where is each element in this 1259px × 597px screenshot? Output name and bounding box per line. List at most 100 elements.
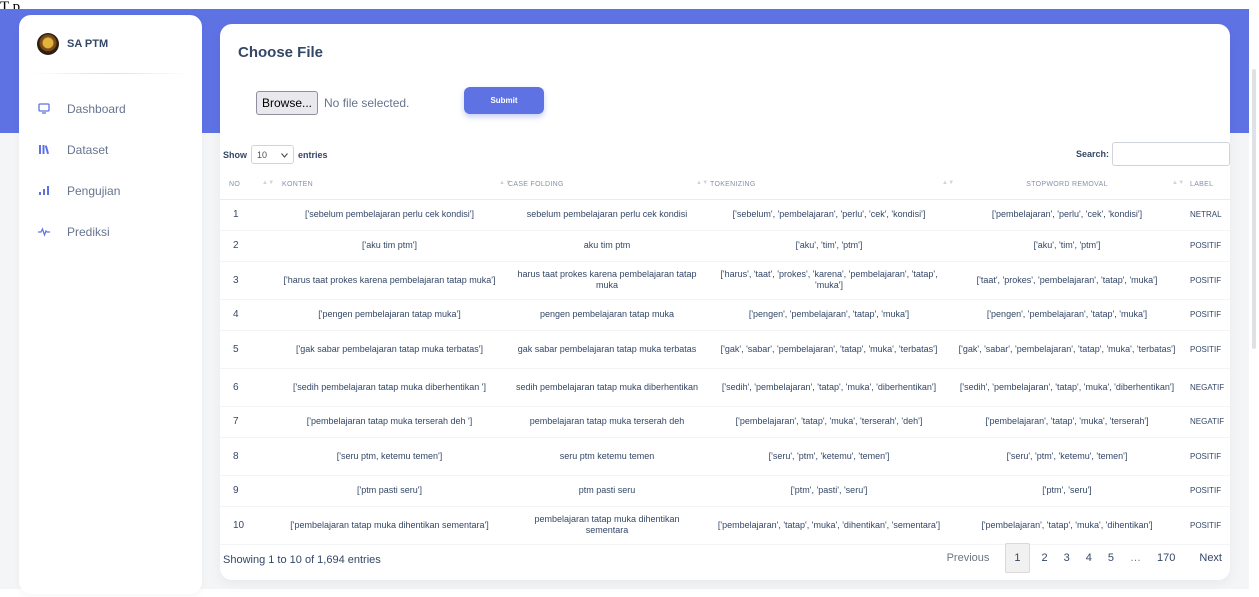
page-button-2[interactable]: 2 <box>1034 543 1056 573</box>
cell-stopword-removal: ['sedih', 'pembelajaran', 'tatap', 'muka… <box>952 368 1182 407</box>
cell-no: 3 <box>220 261 271 300</box>
cell-konten: ['sebelum pembelajaran perlu cek kondisi… <box>271 199 508 231</box>
library-icon <box>38 144 50 156</box>
cell-stopword-removal: ['taat', 'prokes', 'pembelajaran', 'tata… <box>952 261 1182 300</box>
cell-label: POSITIF <box>1182 506 1230 545</box>
cell-stopword-removal: ['seru', 'ptm', 'ketemu', 'temen'] <box>952 437 1182 476</box>
cell-konten: ['pembelajaran tatap muka dihentikan sem… <box>271 506 508 545</box>
scrollbar-thumb[interactable] <box>1252 69 1256 349</box>
cell-no: 6 <box>220 368 271 407</box>
column-header-konten[interactable]: KONTEN ▲▼ <box>271 171 511 200</box>
cell-case-folding: aku tim ptm <box>508 230 706 262</box>
table-row: 9 ['ptm pasti seru'] ptm pasti seru ['ptm',… <box>220 475 1230 507</box>
cell-konten: ['harus taat prokes karena pembelajaran … <box>271 261 508 300</box>
page-button-5[interactable]: 5 <box>1100 543 1122 573</box>
submit-button[interactable]: Submit <box>464 87 544 114</box>
cell-konten: ['sedih pembelajaran tatap muka diberhen… <box>271 368 508 407</box>
cell-tokenizing: ['seru', 'ptm', 'ketemu', 'temen'] <box>706 437 952 476</box>
cell-stopword-removal: ['pengen', 'pembelajaran', 'tatap', 'muk… <box>952 299 1182 331</box>
cell-label: NEGATIF <box>1182 368 1230 407</box>
sidebar-item-prediksi[interactable]: Prediksi <box>19 211 202 252</box>
cell-no: 7 <box>220 406 271 438</box>
cell-tokenizing: ['pengen', 'pembelajaran', 'tatap', 'muk… <box>706 299 952 331</box>
cell-label: POSITIF <box>1182 475 1230 507</box>
cell-tokenizing: ['harus', 'taat', 'prokes', 'karena', 'p… <box>706 261 952 300</box>
search-input[interactable] <box>1112 142 1230 166</box>
data-table: NO ▲▼ KONTEN ▲▼ CASE FOLDING ▲▼ TOKENIZING ▲… <box>220 171 1230 545</box>
monitor-icon <box>38 103 50 115</box>
cell-konten: ['gak sabar pembelajaran tatap muka terb… <box>271 330 508 369</box>
cell-case-folding: pengen pembelajaran tatap muka <box>508 299 706 331</box>
sidebar-item-dataset[interactable]: Dataset <box>19 129 202 170</box>
cell-tokenizing: ['aku', 'tim', 'ptm'] <box>706 230 952 262</box>
column-header-case-folding[interactable]: CASE FOLDING ▲▼ <box>508 171 708 200</box>
cell-label: POSITIF <box>1182 230 1230 262</box>
next-button[interactable]: Next <box>1191 543 1230 573</box>
page-ellipsis: … <box>1130 552 1142 564</box>
cell-case-folding: seru ptm ketemu temen <box>508 437 706 476</box>
cell-case-folding: pembelajaran tatap muka dihentikan semen… <box>508 506 706 545</box>
cell-label: NEGATIF <box>1182 406 1230 438</box>
sidebar-divider <box>31 73 190 74</box>
cell-no: 5 <box>220 330 271 369</box>
cell-label: POSITIF <box>1182 299 1230 331</box>
cell-no: 4 <box>220 299 271 331</box>
table-row: 4 ['pengen pembelajaran tatap muka'] penge… <box>220 299 1230 331</box>
browse-button[interactable]: Browse... <box>256 91 319 115</box>
cell-no: 8 <box>220 437 271 476</box>
main-card: Choose File Browse... No file selected. … <box>220 24 1230 580</box>
logo-icon <box>37 33 59 55</box>
table-search: Search: <box>1076 142 1230 166</box>
cell-case-folding: gak sabar pembelajaran tatap muka terbat… <box>508 330 706 369</box>
page-button-170[interactable]: 170 <box>1149 543 1183 573</box>
cell-no: 9 <box>220 475 271 507</box>
chevron-down-icon <box>281 150 288 160</box>
brand[interactable]: SA PTM <box>19 15 202 73</box>
brand-name: SA PTM <box>67 38 109 50</box>
cell-label: POSITIF <box>1182 437 1230 476</box>
table-row: 1 ['sebelum pembelajaran perlu cek kondis… <box>220 199 1230 231</box>
cell-tokenizing: ['pembelajaran', 'tatap', 'muka', 'dihen… <box>706 506 952 545</box>
cell-tokenizing: ['pembelajaran', 'tatap', 'muka', 'terse… <box>706 406 952 438</box>
column-header-tokenizing[interactable]: TOKENIZING ▲▼ <box>706 171 954 200</box>
sidebar-item-dashboard[interactable]: Dashboard <box>19 88 202 129</box>
entries-length-control: Show 10 entries <box>223 145 328 164</box>
column-header-no[interactable]: NO ▲▼ <box>220 171 274 200</box>
cell-case-folding: ptm pasti seru <box>508 475 706 507</box>
table-row: 7 ['pembelajaran tatap muka terserah deh … <box>220 406 1230 438</box>
cell-no: 10 <box>220 506 271 545</box>
cell-tokenizing: ['gak', 'sabar', 'pembelajaran', 'tatap'… <box>706 330 952 369</box>
cell-tokenizing: ['sebelum', 'pembelajaran', 'perlu', 'ce… <box>706 199 952 231</box>
search-label: Search: <box>1075 149 1109 159</box>
previous-button[interactable]: Previous <box>939 543 998 573</box>
table-row: 5 ['gak sabar pembelajaran tatap muka ter… <box>220 330 1230 369</box>
column-header-label[interactable]: LABEL <box>1182 171 1230 200</box>
sidebar-item-label: Pengujian <box>67 183 121 198</box>
table-info: Showing 1 to 10 of 1,694 entries <box>223 554 381 566</box>
scrollbar-track[interactable] <box>1249 9 1259 589</box>
bar-chart-icon <box>38 185 50 197</box>
file-status: No file selected. <box>324 96 410 110</box>
cell-label: NETRAL <box>1182 199 1230 231</box>
cell-label: POSITIF <box>1182 261 1230 300</box>
cell-stopword-removal: ['pembelajaran', 'perlu', 'cek', 'kondis… <box>952 199 1182 231</box>
table-row: 3 ['harus taat prokes karena pembelajaran… <box>220 261 1230 300</box>
page-button-3[interactable]: 3 <box>1056 543 1078 573</box>
entries-label: entries <box>298 149 328 160</box>
cell-case-folding: harus taat prokes karena pembelajaran ta… <box>508 261 706 300</box>
cell-konten: ['seru ptm, ketemu temen'] <box>271 437 508 476</box>
cell-konten: ['pengen pembelajaran tatap muka'] <box>271 299 508 331</box>
file-input[interactable]: Browse... No file selected. <box>256 91 409 115</box>
page-button-1[interactable]: 1 <box>1005 543 1030 573</box>
table-row: 2 ['aku tim ptm'] aku tim ptm ['aku', 'tim'… <box>220 230 1230 262</box>
cell-case-folding: sedih pembelajaran tatap muka diberhenti… <box>508 368 706 407</box>
column-header-stopword-removal[interactable]: STOPWORD REMOVAL ▲▼ <box>952 171 1184 200</box>
cell-case-folding: pembelajaran tatap muka terserah deh <box>508 406 706 438</box>
cell-konten: ['ptm pasti seru'] <box>271 475 508 507</box>
table-row: 8 ['seru ptm, ketemu temen'] seru ptm kete… <box>220 437 1230 476</box>
table-row: 6 ['sedih pembelajaran tatap muka diberhe… <box>220 368 1230 407</box>
entries-value: 10 <box>257 149 268 160</box>
entries-select[interactable]: 10 <box>251 145 294 164</box>
sidebar-item-pengujian[interactable]: Pengujian <box>19 170 202 211</box>
page-button-4[interactable]: 4 <box>1078 543 1100 573</box>
